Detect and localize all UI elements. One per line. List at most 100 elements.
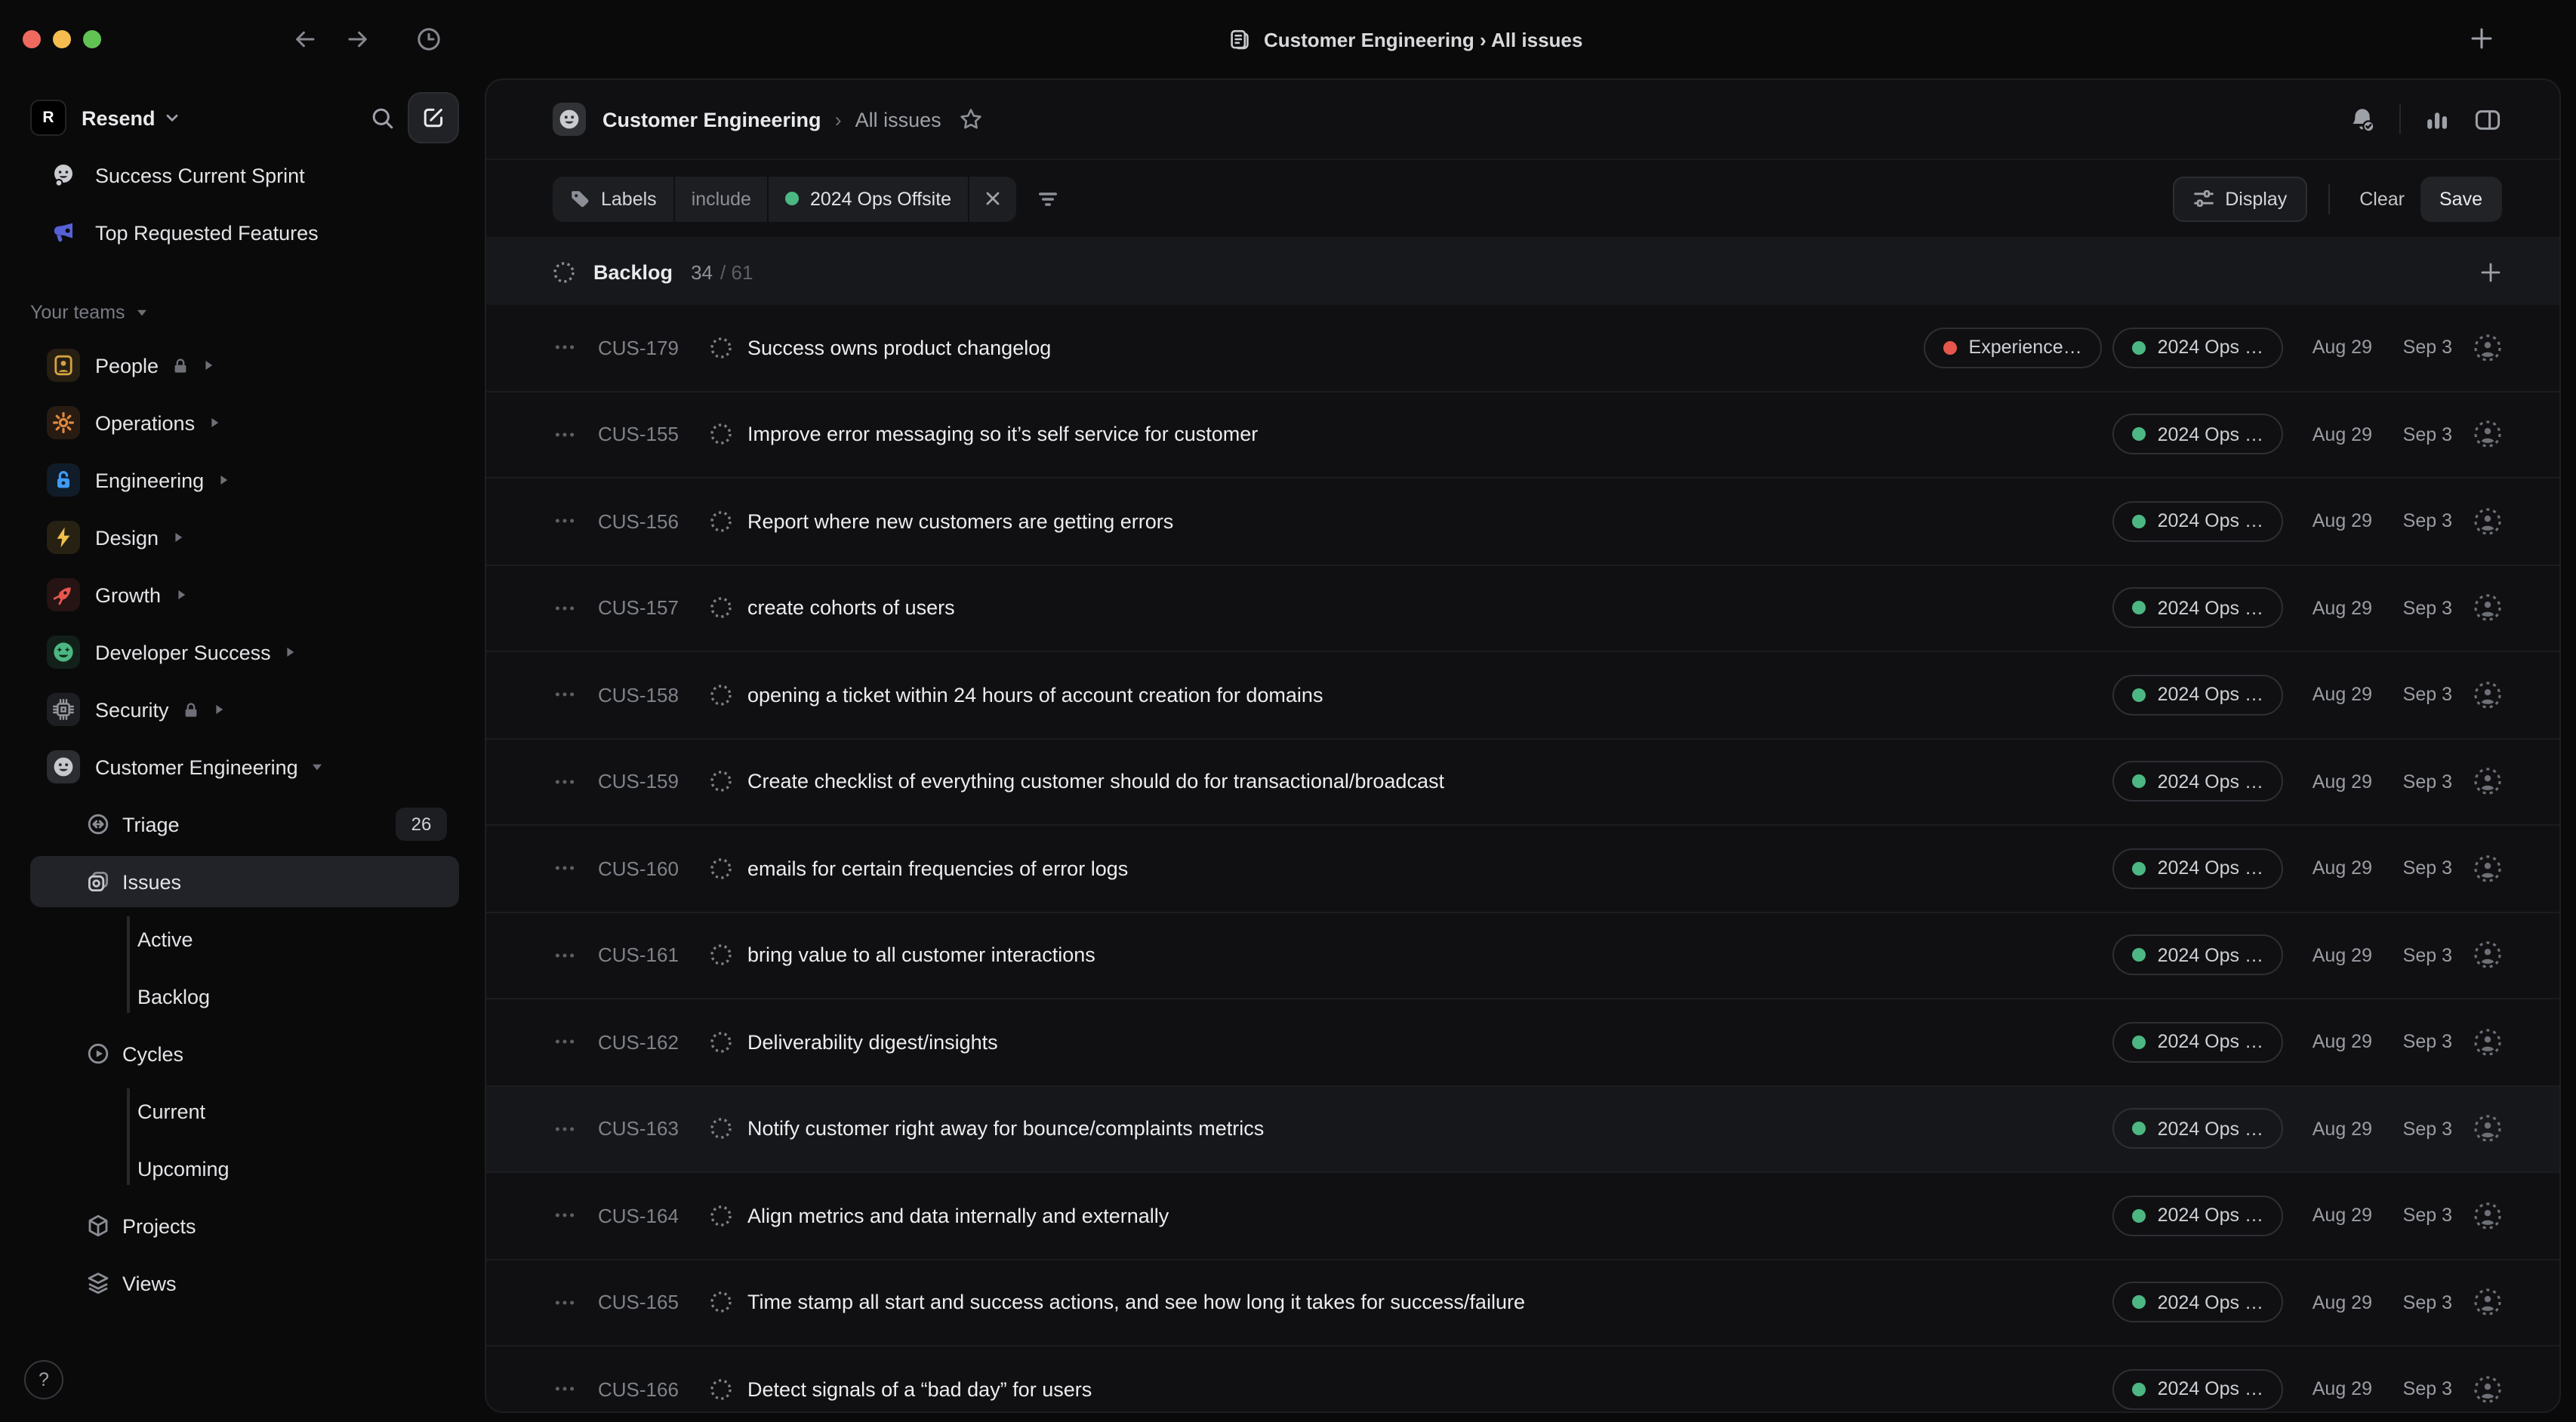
sidebar-team-people[interactable]: People [30,340,459,391]
issue-title[interactable]: create cohorts of users [747,597,955,620]
new-issue-button[interactable] [408,92,459,143]
issue-label-pill[interactable]: 2024 Ops … [2112,762,2283,802]
sidebar-item-triage[interactable]: Triage 26 [30,799,459,850]
issue-row[interactable]: CUS-159 Create checklist of everything c… [486,739,2559,826]
history-clock-icon[interactable] [415,26,442,53]
issue-label-pill[interactable]: 2024 Ops … [2112,848,2283,889]
issue-label-pill[interactable]: 2024 Ops … [2112,1109,2283,1150]
issue-title[interactable]: Detect signals of a “bad day” for users [747,1378,1092,1401]
priority-no-priority-icon[interactable] [553,1117,577,1141]
issue-row[interactable]: CUS-164 Align metrics and data internall… [486,1173,2559,1260]
issue-label-pill[interactable]: 2024 Ops … [2112,1282,2283,1323]
issue-row[interactable]: CUS-165 Time stamp all start and success… [486,1260,2559,1347]
sidebar-item-success-current-sprint[interactable]: Success Current Sprint [30,149,459,201]
priority-no-priority-icon[interactable] [553,596,577,620]
sidebar-item-issues[interactable]: Issues [30,856,459,907]
remove-filter-button[interactable] [969,176,1016,221]
help-button[interactable]: ? [24,1360,63,1399]
sidebar-item-active[interactable]: Active [30,913,459,965]
issue-title[interactable]: Report where new customers are getting e… [747,510,1173,533]
issue-row[interactable]: CUS-179 Success owns product changelog E… [486,305,2559,392]
caret-down-icon[interactable] [312,761,324,773]
issue-row[interactable]: CUS-163 Notify customer right away for b… [486,1086,2559,1173]
issue-label-pill[interactable]: 2024 Ops … [2112,328,2283,368]
issue-row[interactable]: CUS-166 Detect signals of a “bad day” fo… [486,1347,2559,1413]
chevron-right-icon[interactable] [208,417,220,429]
window-zoom-button[interactable] [83,30,101,48]
issue-label-pill[interactable]: 2024 Ops … [2112,935,2283,976]
add-filter-icon[interactable] [1036,186,1060,211]
sidebar-item-projects[interactable]: Projects [30,1200,459,1251]
issue-row[interactable]: CUS-162 Deliverability digest/insights 2… [486,999,2559,1086]
filter-field[interactable]: Labels [553,176,673,221]
chevron-right-icon[interactable] [285,646,297,658]
sidebar-team-design[interactable]: Design [30,512,459,563]
your-teams-section-header[interactable]: Your teams [30,297,459,328]
issue-label-pill[interactable]: 2024 Ops … [2112,414,2283,455]
issue-label-pill[interactable]: 2024 Ops … [2112,501,2283,542]
backlog-status-icon[interactable] [710,423,732,446]
priority-no-priority-icon[interactable] [553,1030,577,1054]
assignee-avatar-icon[interactable] [2473,507,2502,536]
backlog-status-icon[interactable] [710,684,732,706]
breadcrumb-view[interactable]: All issues [855,108,941,131]
backlog-status-icon[interactable] [710,1378,732,1401]
filter-value[interactable]: 2024 Ops Offsite [769,176,968,221]
sidebar-item-cycles[interactable]: Cycles [30,1028,459,1079]
priority-no-priority-icon[interactable] [553,683,577,707]
priority-no-priority-icon[interactable] [553,336,577,360]
backlog-status-icon[interactable] [710,1118,732,1140]
issue-label-pill[interactable]: Experience… [1924,328,2102,368]
chevron-right-icon[interactable] [202,359,214,371]
backlog-status-icon[interactable] [710,1291,732,1314]
sidebar-team-operations[interactable]: Operations [30,397,459,448]
backlog-status-icon[interactable] [710,1205,732,1227]
priority-no-priority-icon[interactable] [553,509,577,534]
issue-title[interactable]: emails for certain frequencies of error … [747,857,1128,880]
breadcrumb-team[interactable]: Customer Engineering [602,108,821,131]
issue-title[interactable]: Notify customer right away for bounce/co… [747,1118,1264,1140]
sidebar-item-backlog[interactable]: Backlog [30,971,459,1022]
sidebar-item-views[interactable]: Views [30,1257,459,1309]
issue-label-pill[interactable]: 2024 Ops … [2112,1369,2283,1410]
issue-title[interactable]: Align metrics and data internally and ex… [747,1205,1169,1227]
favorite-star-icon[interactable] [960,107,984,131]
assignee-avatar-icon[interactable] [2473,420,2502,449]
issue-title[interactable]: Create checklist of everything customer … [747,771,1444,793]
priority-no-priority-icon[interactable] [553,1377,577,1402]
assignee-avatar-icon[interactable] [2473,681,2502,709]
priority-no-priority-icon[interactable] [553,857,577,881]
priority-no-priority-icon[interactable] [553,1291,577,1315]
sidebar-team-developer-success[interactable]: Developer Success [30,626,459,678]
assignee-avatar-icon[interactable] [2473,1202,2502,1230]
backlog-group-header[interactable]: Backlog 34 / 61 [486,239,2559,305]
backlog-status-icon[interactable] [710,597,732,620]
sidebar-team-growth[interactable]: Growth [30,569,459,620]
priority-no-priority-icon[interactable] [553,1204,577,1228]
priority-no-priority-icon[interactable] [553,423,577,447]
priority-no-priority-icon[interactable] [553,943,577,968]
back-icon[interactable] [293,27,317,51]
issue-row[interactable]: CUS-155 Improve error messaging so it’s … [486,392,2559,479]
assignee-avatar-icon[interactable] [2473,1288,2502,1317]
backlog-status-icon[interactable] [710,944,732,967]
insights-chart-icon[interactable] [2423,106,2451,133]
issue-title[interactable]: Success owns product changelog [747,337,1051,359]
sidebar-team-customer-engineering[interactable]: Customer Engineering [30,741,459,793]
issue-label-pill[interactable]: 2024 Ops … [2112,588,2283,629]
notifications-bell-icon[interactable] [2348,105,2377,134]
issue-label-pill[interactable]: 2024 Ops … [2112,675,2283,716]
clear-button[interactable]: Clear [2344,176,2420,221]
add-issue-plus-icon[interactable] [2479,260,2502,283]
side-panel-toggle-icon[interactable] [2473,105,2502,134]
workspace-switcher[interactable]: R Resend [30,92,459,143]
forward-icon[interactable] [346,27,370,51]
new-tab-plus-icon[interactable] [2469,26,2494,51]
issue-title[interactable]: Deliverability digest/insights [747,1031,998,1054]
issue-title[interactable]: bring value to all customer interactions [747,944,1095,967]
backlog-status-icon[interactable] [710,771,732,793]
backlog-status-icon[interactable] [710,510,732,533]
issue-row[interactable]: CUS-156 Report where new customers are g… [486,479,2559,565]
issue-row[interactable]: CUS-161 bring value to all customer inte… [486,913,2559,999]
issue-row[interactable]: CUS-157 create cohorts of users 2024 Ops… [486,565,2559,652]
